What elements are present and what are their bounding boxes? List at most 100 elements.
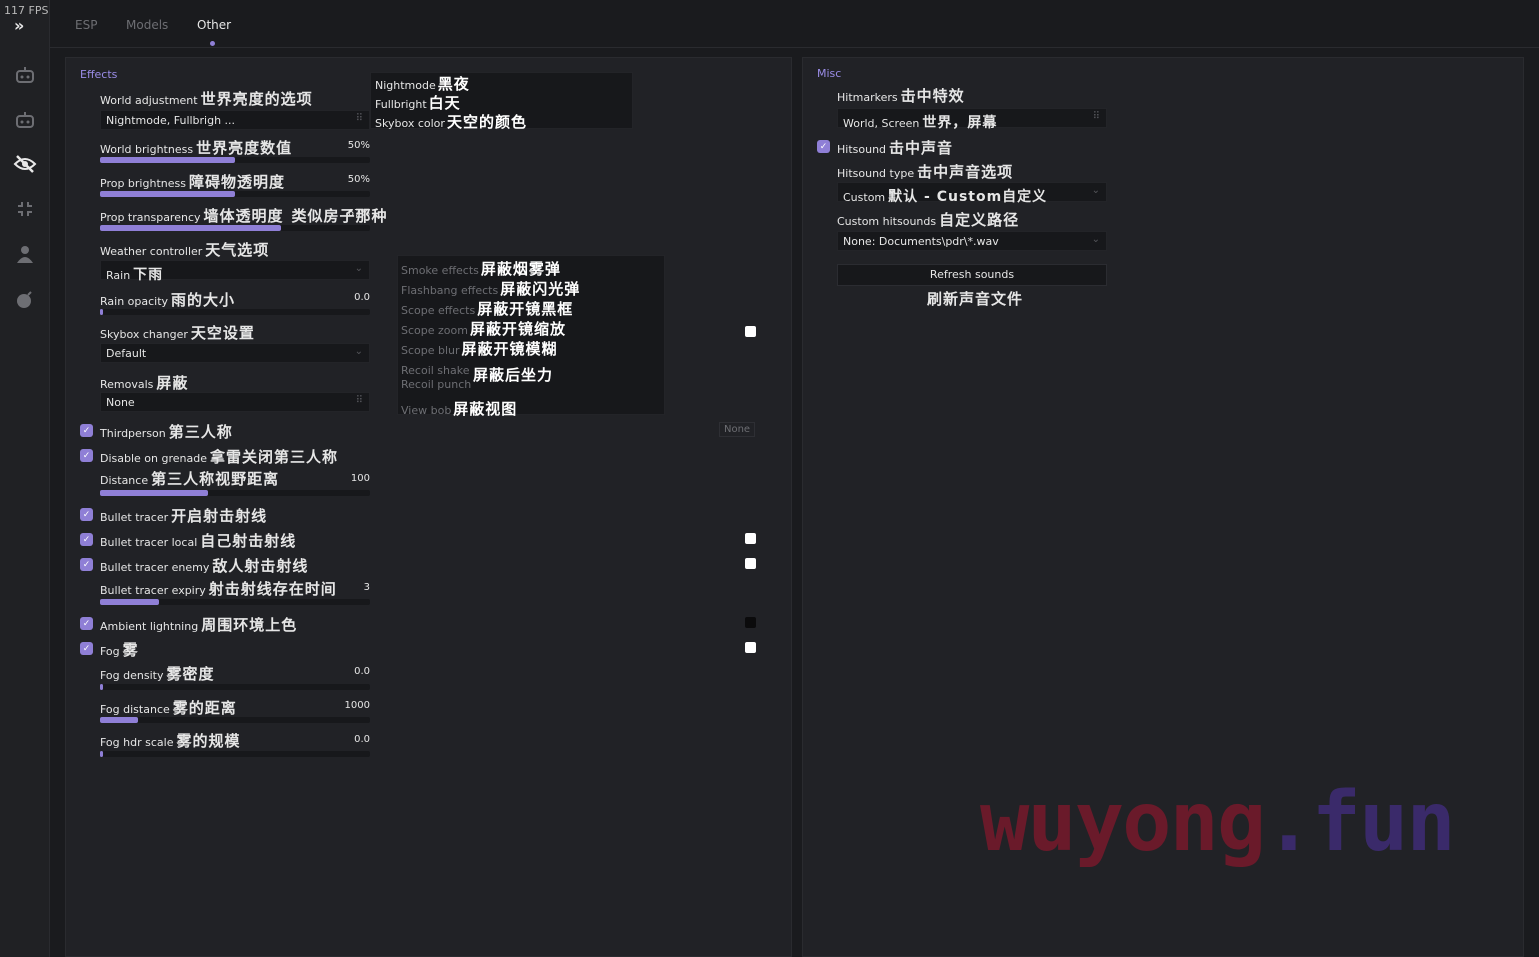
fog-checkbox[interactable]: ✓	[80, 642, 93, 655]
slider-fill	[100, 717, 138, 723]
popup-item-recoil-punch[interactable]: Recoil punch	[401, 378, 471, 391]
sidebar: 117 FPS »	[0, 0, 50, 957]
slider-fill	[100, 309, 103, 315]
watermark: wuyong.fun	[980, 775, 1456, 870]
popup-item-fullbright[interactable]: Fullbright 白天	[375, 92, 461, 113]
bullet-tracer-enemy-checkbox[interactable]: ✓	[80, 558, 93, 571]
popup-item-nightmode[interactable]: Nightmode 黑夜	[375, 73, 470, 94]
distance-label: Distance 第三人称视野距离	[100, 470, 280, 488]
bullet-tracer-expiry-slider[interactable]	[100, 599, 370, 605]
color-swatch-tracer-local[interactable]	[745, 533, 756, 544]
hitsound-type-dropdown[interactable]: Custom 默认 - Custom自定义 ⌄	[837, 182, 1107, 205]
bullet-tracer-checkbox[interactable]: ✓	[80, 508, 93, 521]
hitsound-type-label: Hitsound type 击中声音选项	[837, 163, 1014, 181]
fog-distance-slider[interactable]	[100, 717, 370, 723]
bullet-tracer-local-label: Bullet tracer local 自己射击射线	[100, 532, 297, 550]
ambient-lightning-checkbox[interactable]: ✓	[80, 617, 93, 630]
hitmarkers-label: Hitmarkers 击中特效	[837, 87, 965, 105]
rain-opacity-slider[interactable]	[100, 309, 370, 315]
prop-transparency-slider[interactable]	[100, 225, 370, 231]
custom-hitsounds-dropdown[interactable]: None: Documents\pdr\*.wav ⌄	[837, 231, 1107, 251]
ambient-lightning-label: Ambient lightning 周围环境上色	[100, 616, 298, 634]
world-adjustment-popup: Nightmode 黑夜 Fullbright 白天 Skybox color 天空的…	[370, 72, 633, 132]
color-swatch-tracer-enemy[interactable]	[745, 558, 756, 569]
thirdperson-label: Thirdperson 第三人称	[100, 423, 233, 441]
hitmarkers-dropdown[interactable]: World, Screen 世界，屏幕 ⠿	[837, 108, 1107, 131]
slider-fill	[100, 191, 235, 197]
popup-item-scope-blur[interactable]: Scope blur 屏蔽开镜模糊	[401, 338, 558, 359]
grid-icon: ⠿	[1092, 111, 1100, 122]
popup-item-flashbang[interactable]: Flashbang effects 屏蔽闪光弹	[401, 278, 580, 299]
world-brightness-slider[interactable]	[100, 157, 370, 163]
active-tab-indicator	[210, 41, 215, 46]
fog-hdr-scale-value: 0.0	[354, 734, 370, 745]
fps-counter: 117 FPS	[4, 4, 49, 17]
thirdperson-checkbox[interactable]: ✓	[80, 424, 93, 437]
slider-fill	[100, 490, 208, 496]
fog-hdr-scale-label: Fog hdr scale 雾的规模	[100, 732, 241, 750]
color-swatch-scope[interactable]	[745, 326, 756, 337]
compress-icon[interactable]	[13, 198, 37, 220]
chevron-down-icon: ⌄	[354, 346, 363, 357]
prop-brightness-label: Prop brightness 障碍物透明度	[100, 173, 285, 191]
effects-title: Effects	[80, 68, 118, 81]
rain-opacity-value: 0.0	[354, 292, 370, 303]
chevron-down-icon: ⌄	[1091, 185, 1100, 196]
world-brightness-value: 50%	[347, 140, 370, 151]
misc-title: Misc	[817, 67, 842, 80]
tab-esp[interactable]: ESP	[75, 18, 97, 32]
bot-icon[interactable]	[13, 109, 37, 131]
user-icon[interactable]	[13, 243, 37, 265]
hitsound-checkbox[interactable]: ✓	[817, 140, 830, 153]
distance-value: 100	[350, 473, 370, 484]
fog-density-slider[interactable]	[100, 684, 370, 690]
prop-brightness-value: 50%	[347, 174, 370, 185]
grid-icon: ⠿	[355, 395, 363, 406]
world-brightness-label: World brightness 世界亮度数值	[100, 139, 293, 157]
popup-item-recoil-punch-zh: 屏蔽后坐力	[473, 366, 554, 384]
bullet-tracer-local-checkbox[interactable]: ✓	[80, 533, 93, 546]
tab-other[interactable]: Other	[197, 18, 231, 32]
color-swatch-fog[interactable]	[745, 642, 756, 653]
popup-item-smoke[interactable]: Smoke effects 屏蔽烟雾弹	[401, 258, 561, 279]
slider-fill	[100, 751, 103, 757]
popup-item-recoil-shake[interactable]: Recoil shake	[401, 360, 472, 378]
refresh-sounds-button[interactable]: Refresh sounds	[837, 264, 1107, 286]
world-adjustment-dropdown[interactable]: Nightmode, Fullbrigh ... ⠿	[100, 110, 370, 130]
hitsound-label: Hitsound 击中声音	[837, 139, 954, 157]
bomb-icon[interactable]	[13, 288, 37, 310]
disable-on-grenade-checkbox[interactable]: ✓	[80, 449, 93, 462]
expand-icon[interactable]: »	[14, 16, 24, 35]
chevron-down-icon: ⌄	[354, 263, 363, 274]
fog-distance-value: 1000	[344, 700, 370, 711]
world-adjustment-label: World adjustment 世界亮度的选项	[100, 90, 313, 108]
prop-brightness-slider[interactable]	[100, 191, 370, 197]
robot-icon[interactable]	[13, 64, 37, 86]
skybox-changer-label: Skybox changer 天空设置	[100, 324, 255, 342]
popup-item-view-bob[interactable]: View bob 屏蔽视图	[401, 398, 517, 419]
fog-density-label: Fog density 雾密度	[100, 665, 215, 683]
tab-models[interactable]: Models	[126, 18, 168, 32]
app-window: 117 FPS » ESP Models Other Effects World…	[0, 0, 1539, 957]
chevron-down-icon: ⌄	[1091, 234, 1100, 245]
popup-item-scope-zoom[interactable]: Scope zoom 屏蔽开镜缩放	[401, 318, 566, 339]
fog-distance-label: Fog distance 雾的距离	[100, 699, 237, 717]
distance-slider[interactable]	[100, 490, 370, 496]
removals-label: Removals 屏蔽	[100, 374, 189, 392]
removals-popup: Smoke effects 屏蔽烟雾弹 Flashbang effects 屏蔽闪光…	[397, 255, 665, 418]
popup-item-skybox-color[interactable]: Skybox color 天空的颜色	[375, 111, 527, 132]
skybox-changer-dropdown[interactable]: Default ⌄	[100, 343, 370, 363]
fog-hdr-scale-slider[interactable]	[100, 751, 370, 757]
bullet-tracer-enemy-label: Bullet tracer enemy 敌人射击射线	[100, 557, 309, 575]
weather-controller-dropdown[interactable]: Rain 下雨 ⌄	[100, 260, 370, 283]
removals-dropdown[interactable]: None ⠿	[100, 392, 370, 412]
bullet-tracer-expiry-label: Bullet tracer expiry 射击射线存在时间	[100, 580, 337, 598]
popup-item-scope-effects[interactable]: Scope effects 屏蔽开镜黑框	[401, 298, 573, 319]
slider-fill	[100, 157, 235, 163]
eye-slash-icon[interactable]	[13, 153, 37, 175]
keybind-none-tag[interactable]: None	[719, 422, 756, 437]
color-swatch-ambient[interactable]	[745, 617, 756, 628]
custom-hitsounds-label: Custom hitsounds 自定义路径	[837, 211, 1020, 229]
fog-density-value: 0.0	[354, 666, 370, 677]
refresh-sounds-note: 刷新声音文件	[927, 290, 1024, 308]
